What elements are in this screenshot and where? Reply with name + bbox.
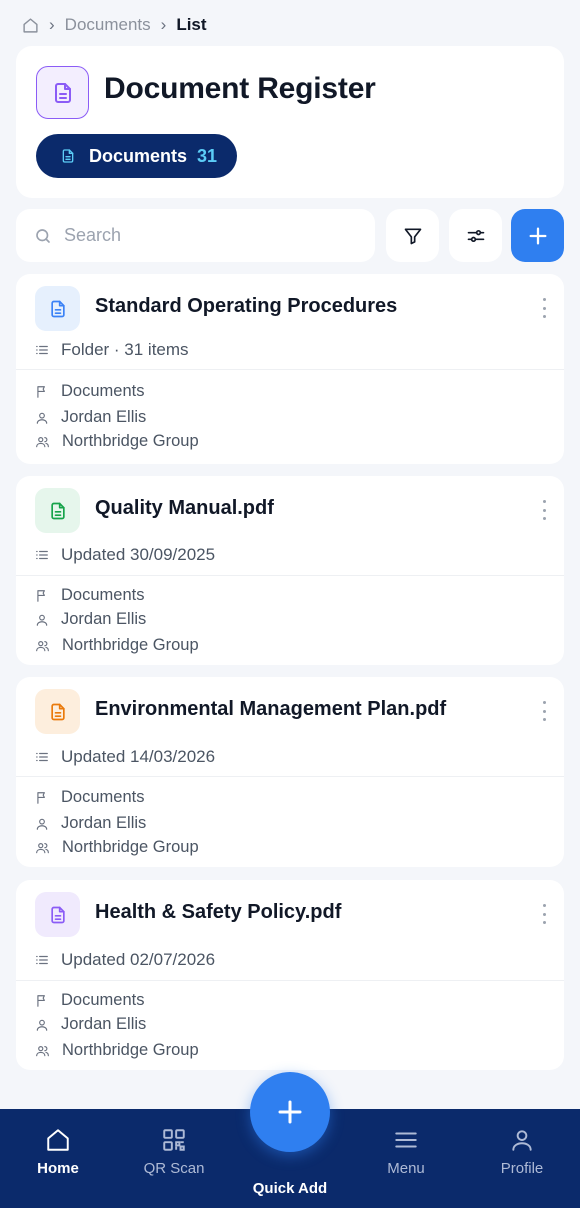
document-card[interactable]: Quality Manual.pdf Updated 30/09/2025 Do… [16, 476, 564, 665]
document-subline: Folder · 31 items [35, 340, 189, 360]
quick-add-label: Quick Add [252, 1180, 328, 1197]
search-input[interactable] [64, 225, 354, 246]
flag-icon [37, 589, 45, 602]
user-icon [36, 1019, 48, 1031]
list-icon [36, 550, 48, 560]
home-icon[interactable] [22, 17, 39, 34]
users-icon [36, 842, 49, 853]
divider [16, 575, 564, 576]
users-icon [36, 1045, 49, 1056]
file-text-icon [35, 892, 80, 937]
users-icon [36, 436, 49, 447]
pill-label: Documents [89, 145, 188, 166]
users-icon [36, 640, 49, 651]
flag-icon [37, 994, 45, 1007]
document-category: Documents [35, 788, 144, 807]
folder-file-icon [35, 286, 80, 331]
document-category: Documents [35, 382, 144, 401]
document-group: Northbridge Group [35, 1041, 199, 1060]
document-icon [60, 147, 76, 165]
flag-icon [37, 385, 45, 398]
qr-code-icon [163, 1129, 185, 1151]
flag-icon [37, 791, 45, 804]
filter-button[interactable] [386, 209, 439, 262]
file-text-icon [35, 689, 80, 734]
file-text-icon [35, 488, 80, 533]
document-title[interactable]: Environmental Management Plan.pdf [95, 698, 446, 721]
breadcrumb: › Documents › List [22, 14, 207, 36]
document-owner: Jordan Ellis [35, 610, 146, 629]
divider [16, 776, 564, 777]
list-icon [36, 955, 48, 965]
document-owner: Jordan Ellis [35, 814, 146, 833]
document-title[interactable]: Quality Manual.pdf [95, 497, 274, 520]
list-icon [36, 752, 48, 762]
filter-icon [403, 226, 423, 246]
document-title[interactable]: Standard Operating Procedures [95, 295, 397, 318]
quick-add-button[interactable] [250, 1072, 330, 1152]
document-title[interactable]: Health & Safety Policy.pdf [95, 901, 341, 924]
search-icon [34, 227, 52, 245]
chevron-right-icon: › [49, 15, 55, 34]
user-icon [512, 1130, 532, 1151]
more-options-icon[interactable] [540, 904, 548, 924]
breadcrumb-current: List [176, 15, 207, 34]
document-card[interactable]: Health & Safety Policy.pdf Updated 02/07… [16, 880, 564, 1070]
document-owner: Jordan Ellis [35, 408, 146, 427]
nav-profile[interactable]: Profile [477, 1127, 567, 1177]
divider [16, 980, 564, 981]
document-card[interactable]: Standard Operating Procedures Folder · 3… [16, 274, 564, 464]
document-group: Northbridge Group [35, 838, 199, 857]
chevron-right-icon: › [160, 15, 167, 34]
document-category: Documents [35, 991, 144, 1010]
document-group: Northbridge Group [35, 636, 199, 655]
add-document-button[interactable] [511, 209, 564, 262]
page-title: Document Register [104, 72, 376, 105]
document-owner: Jordan Ellis [35, 1015, 146, 1034]
document-card[interactable]: Environmental Management Plan.pdf Update… [16, 677, 564, 867]
document-subline: Updated 02/07/2026 [35, 950, 215, 970]
adjustments-button[interactable] [449, 209, 502, 262]
nav-home[interactable]: Home [13, 1127, 103, 1177]
menu-icon [395, 1132, 417, 1148]
document-subline: Updated 14/03/2026 [35, 747, 215, 767]
search-box [16, 209, 375, 262]
pill-count: 31 [197, 145, 218, 166]
sliders-icon [466, 226, 486, 246]
header-card: Document Register Documents 31 [16, 46, 564, 198]
more-options-icon[interactable] [540, 701, 548, 721]
plus-icon [275, 1097, 305, 1127]
divider [16, 369, 564, 370]
more-options-icon[interactable] [540, 298, 548, 318]
user-icon [36, 614, 48, 626]
nav-menu[interactable]: Menu [361, 1127, 451, 1177]
plus-icon [527, 225, 549, 247]
document-subline: Updated 30/09/2025 [35, 545, 215, 565]
breadcrumb-documents-link[interactable]: Documents [65, 15, 151, 35]
home-icon [47, 1129, 69, 1151]
list-icon [36, 345, 48, 355]
nav-qr-scan[interactable]: QR Scan [129, 1127, 219, 1177]
document-category: Documents [35, 586, 144, 605]
user-icon [36, 412, 48, 424]
document-icon [36, 66, 89, 119]
more-options-icon[interactable] [540, 500, 548, 520]
documents-count-pill[interactable]: Documents 31 [36, 134, 238, 178]
document-group: Northbridge Group [35, 432, 199, 451]
user-icon [36, 818, 48, 830]
